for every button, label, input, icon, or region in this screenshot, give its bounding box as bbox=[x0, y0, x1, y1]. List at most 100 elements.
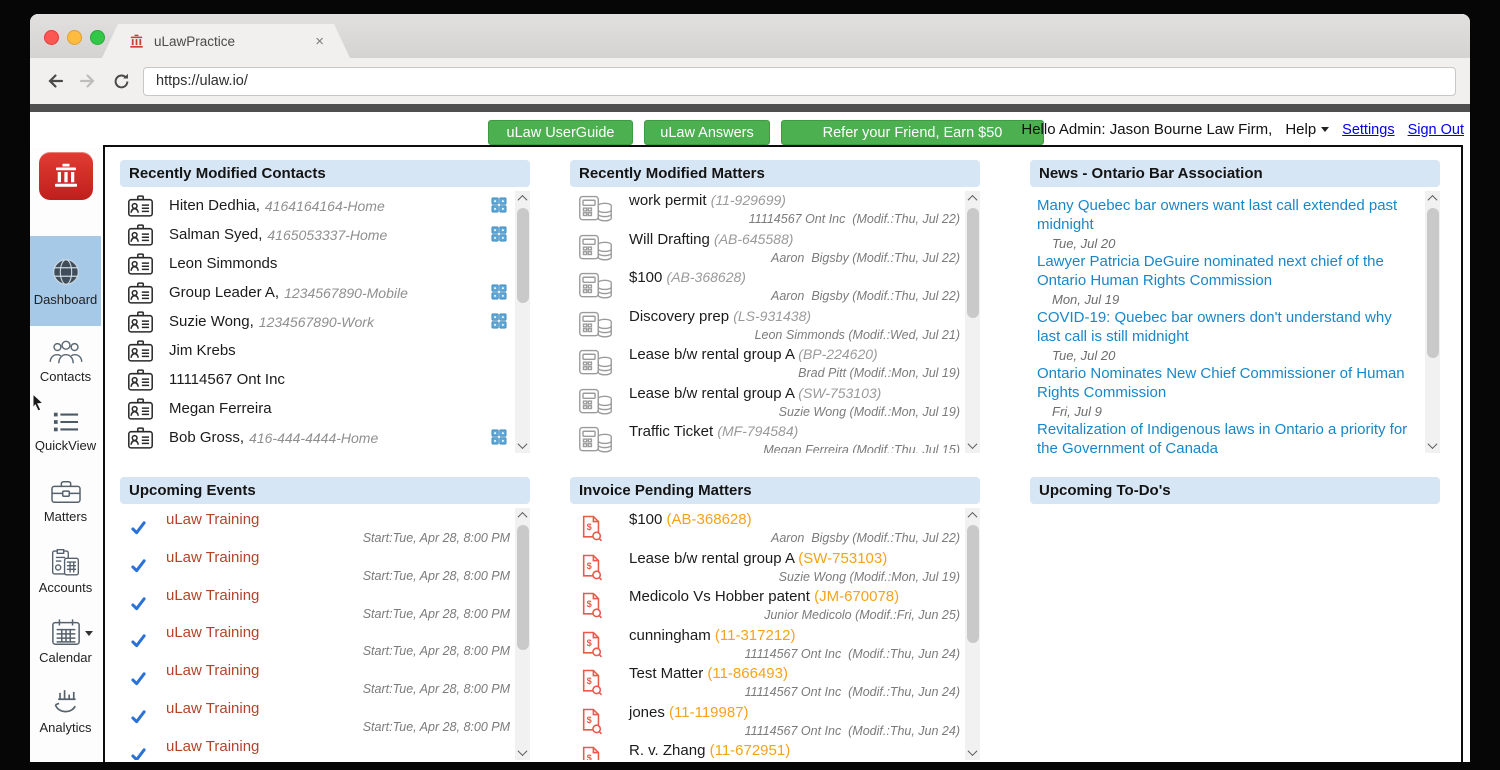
refer-friend-button[interactable]: Refer your Friend, Earn $50 bbox=[781, 120, 1044, 145]
scroll-up-icon[interactable] bbox=[965, 191, 980, 206]
news-headline[interactable]: Lawyer Patricia DeGuire nominated next c… bbox=[1037, 253, 1416, 290]
matter-row[interactable]: Discovery prep (LS-931438) Leon Simmonds… bbox=[570, 307, 980, 346]
invoice-matter-code: (JM-670078) bbox=[814, 588, 899, 605]
contact-row[interactable]: Bob Gross, 416-444-4444-Home bbox=[120, 423, 530, 452]
scroll-down-icon[interactable] bbox=[965, 438, 980, 453]
scrollbar-thumb[interactable] bbox=[1427, 208, 1439, 358]
back-icon[interactable] bbox=[44, 70, 66, 92]
scroll-down-icon[interactable] bbox=[965, 745, 980, 760]
matter-row[interactable]: Traffic Ticket (MF-794584) Megan Ferreir… bbox=[570, 422, 980, 453]
scrollbar[interactable] bbox=[515, 508, 530, 760]
news-headline[interactable]: COVID-19: Quebec bar owners don't unders… bbox=[1037, 309, 1416, 346]
settings-link[interactable]: Settings bbox=[1342, 122, 1394, 138]
help-menu[interactable]: Help bbox=[1285, 121, 1329, 138]
minimize-window-button[interactable] bbox=[67, 30, 82, 45]
scrollbar-thumb[interactable] bbox=[517, 208, 529, 303]
contact-row[interactable]: Group Leader A, 1234567890-Mobile bbox=[120, 278, 530, 307]
scrollbar[interactable] bbox=[965, 191, 980, 453]
contact-row[interactable]: Suzie Wong, 1234567890-Work bbox=[120, 307, 530, 336]
userguide-button[interactable]: uLaw UserGuide bbox=[488, 120, 633, 145]
contact-card-icon bbox=[127, 339, 154, 363]
event-row[interactable]: uLaw Training Start:Tue, Apr 28, 8:00 PM bbox=[120, 623, 530, 661]
sidebar-item-dashboard[interactable]: Dashboard bbox=[30, 236, 101, 326]
scrollbar[interactable] bbox=[965, 508, 980, 760]
event-row[interactable]: uLaw Training Start:Tue, Apr 28, 8:00 PM bbox=[120, 548, 530, 586]
sidebar-item-accounts[interactable]: Accounts bbox=[30, 536, 101, 606]
matter-row[interactable]: $100 (AB-368628) Aaron Bigsby (Modif.:Th… bbox=[570, 268, 980, 307]
close-window-button[interactable] bbox=[44, 30, 59, 45]
scrollbar-thumb[interactable] bbox=[967, 208, 979, 318]
sidebar-item-contacts[interactable]: Contacts bbox=[30, 326, 101, 396]
event-title: uLaw Training bbox=[166, 548, 510, 568]
close-tab-icon[interactable]: × bbox=[315, 33, 324, 50]
sidebar-item-analytics[interactable]: Analytics bbox=[30, 676, 101, 746]
scrollbar-thumb[interactable] bbox=[517, 525, 529, 650]
contact-row[interactable]: Leon Simmonds bbox=[120, 249, 530, 278]
invoice-matter-code: (11-119987) bbox=[669, 704, 749, 721]
group-link-icon[interactable] bbox=[491, 226, 507, 242]
contact-row[interactable]: Salman Syed, 4165053337-Home bbox=[120, 220, 530, 249]
event-row[interactable]: uLaw Training Start:Tue, Apr 28, 8:00 PM bbox=[120, 737, 530, 760]
invoice-row[interactable]: $ jones (11-119987) 11114567 Ont Inc (Mo… bbox=[570, 703, 980, 742]
news-headline[interactable]: Ontario Nominates New Chief Commissioner… bbox=[1037, 365, 1416, 402]
browser-tab[interactable]: uLawPractice × bbox=[102, 24, 350, 58]
sidebar-item-matters[interactable]: Matters bbox=[30, 466, 101, 536]
svg-text:$: $ bbox=[587, 522, 592, 532]
invoice-row[interactable]: $ Test Matter (11-866493) 11114567 Ont I… bbox=[570, 664, 980, 703]
news-headline[interactable]: Many Quebec bar owners want last call ex… bbox=[1037, 197, 1416, 234]
briefcase-icon bbox=[49, 478, 83, 506]
news-item: Ontario Nominates New Chief Commissioner… bbox=[1037, 365, 1416, 421]
answers-button[interactable]: uLaw Answers bbox=[644, 120, 770, 145]
scrollbar[interactable] bbox=[1425, 191, 1440, 453]
contact-row[interactable]: Jim Krebs bbox=[120, 336, 530, 365]
matter-row[interactable]: Will Drafting (AB-645588) Aaron Bigsby (… bbox=[570, 230, 980, 269]
group-link-icon[interactable] bbox=[491, 429, 507, 445]
scroll-down-icon[interactable] bbox=[515, 745, 530, 760]
contact-row[interactable]: Hiten Dedhia, 4164164164-Home bbox=[120, 191, 530, 220]
ulaw-logo[interactable] bbox=[39, 152, 93, 200]
check-icon bbox=[131, 672, 146, 686]
matter-row[interactable]: work permit (11-929699) 11114567 Ont Inc… bbox=[570, 191, 980, 230]
zoom-window-button[interactable] bbox=[90, 30, 105, 45]
matter-row[interactable]: Lease b/w rental group A (SW-753103) Suz… bbox=[570, 384, 980, 423]
group-link-icon[interactable] bbox=[491, 197, 507, 213]
scroll-up-icon[interactable] bbox=[965, 508, 980, 523]
news-item: Lawyer Patricia DeGuire nominated next c… bbox=[1037, 253, 1416, 309]
event-row[interactable]: uLaw Training Start:Tue, Apr 28, 8:00 PM bbox=[120, 586, 530, 624]
group-link-icon[interactable] bbox=[491, 313, 507, 329]
invoice-row[interactable]: $ Medicolo Vs Hobber patent (JM-670078) … bbox=[570, 587, 980, 626]
scroll-up-icon[interactable] bbox=[1425, 191, 1440, 206]
event-start: Start:Tue, Apr 28, 8:00 PM bbox=[166, 643, 510, 660]
invoice-meta: Suzie Wong (Modif.:Mon, Jul 19) bbox=[629, 568, 960, 586]
contact-separator: , bbox=[240, 429, 244, 446]
scroll-up-icon[interactable] bbox=[515, 508, 530, 523]
event-row[interactable]: uLaw Training Start:Tue, Apr 28, 8:00 PM bbox=[120, 661, 530, 699]
matter-row[interactable]: Lease b/w rental group A (BP-224620) Bra… bbox=[570, 345, 980, 384]
browser-window: uLawPractice × https://ulaw.io/ uLaw Use… bbox=[30, 14, 1470, 762]
signout-link[interactable]: Sign Out bbox=[1408, 122, 1464, 138]
scrollbar-thumb[interactable] bbox=[967, 525, 979, 643]
group-link-icon[interactable] bbox=[491, 284, 507, 300]
invoice-row[interactable]: $ R. v. Zhang (11-672951) 11114567 Ont I… bbox=[570, 741, 980, 760]
invoice-meta: Aaron Bigsby (Modif.:Thu, Jul 22) bbox=[629, 529, 960, 547]
event-start: Start:Tue, Apr 28, 8:00 PM bbox=[166, 681, 510, 698]
event-row[interactable]: uLaw Training Start:Tue, Apr 28, 8:00 PM bbox=[120, 699, 530, 737]
scroll-down-icon[interactable] bbox=[1425, 438, 1440, 453]
scroll-up-icon[interactable] bbox=[515, 191, 530, 206]
scroll-down-icon[interactable] bbox=[515, 438, 530, 453]
scrollbar[interactable] bbox=[515, 191, 530, 453]
contact-phone: 4165053337-Home bbox=[267, 227, 387, 243]
contact-name: Group Leader A bbox=[169, 284, 275, 301]
invoice-row[interactable]: $ cunningham (11-317212) 11114567 Ont In… bbox=[570, 626, 980, 665]
reload-icon[interactable] bbox=[110, 70, 132, 92]
event-row[interactable]: uLaw Training Start:Tue, Apr 28, 8:00 PM bbox=[120, 510, 530, 548]
address-bar[interactable]: https://ulaw.io/ bbox=[143, 67, 1456, 96]
forward-icon[interactable] bbox=[77, 70, 99, 92]
invoice-meta: 11114567 Ont Inc (Modif.:Thu, Jun 24) bbox=[629, 645, 960, 663]
invoice-row[interactable]: $ Lease b/w rental group A (SW-753103) S… bbox=[570, 549, 980, 588]
invoice-row[interactable]: $ $100 (AB-368628) Aaron Bigsby (Modif.:… bbox=[570, 510, 980, 549]
news-headline[interactable]: Revitalization of Indigenous laws in Ont… bbox=[1037, 421, 1416, 453]
sidebar-item-calendar[interactable]: Calendar bbox=[30, 606, 101, 676]
contact-row[interactable]: 11114567 Ont Inc bbox=[120, 365, 530, 394]
contact-row[interactable]: Megan Ferreira bbox=[120, 394, 530, 423]
